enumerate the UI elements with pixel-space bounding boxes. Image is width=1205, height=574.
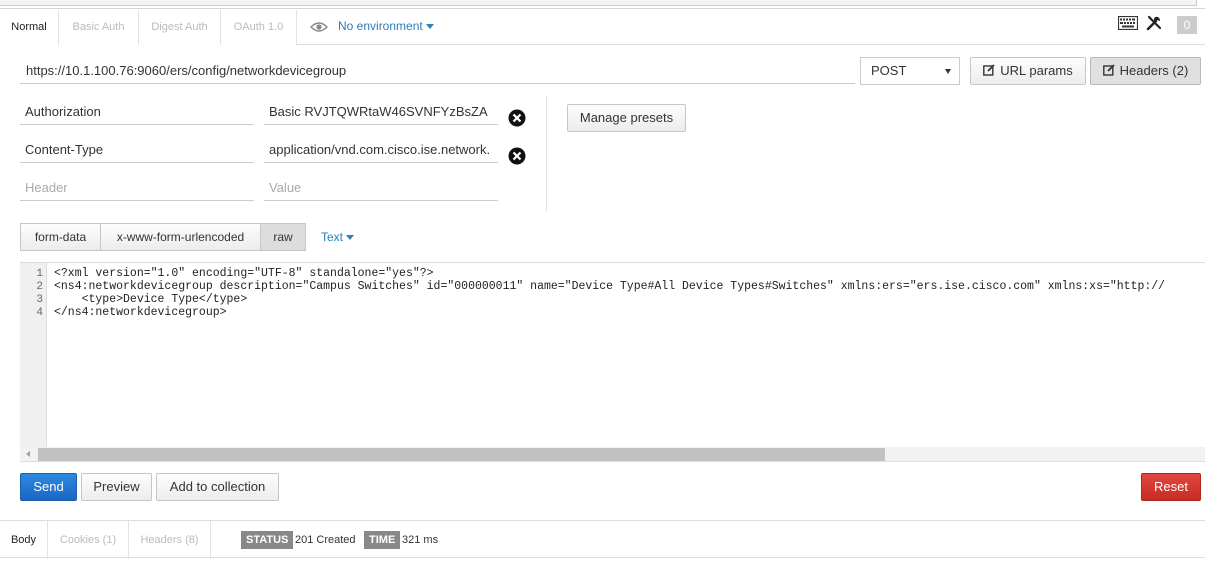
line-number: 1	[36, 268, 43, 280]
preview-button[interactable]: Preview	[81, 473, 152, 501]
tab-response-body[interactable]: Body	[0, 521, 48, 559]
status-value: 201 Created	[295, 534, 356, 546]
tab-x-www-form-urlencoded[interactable]: x-www-form-urlencoded	[100, 223, 261, 251]
line-number: 2	[36, 281, 43, 293]
tab-digest-auth[interactable]: Digest Auth	[139, 10, 221, 45]
environment-selector[interactable]: No environment	[310, 10, 434, 45]
chevron-down-icon	[945, 69, 951, 74]
line-number: 3	[36, 294, 43, 306]
headers-label: Headers (2)	[1119, 63, 1189, 78]
status-badge: STATUS	[241, 531, 294, 549]
edit-icon	[1102, 64, 1115, 76]
scrollbar-thumb[interactable]	[38, 448, 885, 461]
code-line[interactable]: </ns4:networkdevicegroup>	[54, 306, 227, 319]
header-value-field[interactable]: application/vnd.com.cisco.ise.network.	[264, 137, 498, 163]
tab-oauth-1[interactable]: OAuth 1.0	[221, 10, 297, 45]
keyboard-icon[interactable]	[1118, 16, 1138, 30]
horizontal-scrollbar[interactable]	[20, 447, 1205, 461]
url-params-label: URL params	[1000, 63, 1073, 78]
new-header-value-input[interactable]: Value	[264, 175, 498, 201]
tab-normal[interactable]: Normal	[0, 10, 59, 46]
headers-button[interactable]: Headers (2)	[1090, 57, 1201, 85]
top-scroll-edge	[0, 0, 1205, 9]
raw-body-editor[interactable]: 1 2 3 4 <?xml version="1.0" encoding="UT…	[20, 262, 1205, 462]
body-type-dropdown[interactable]: Text	[321, 223, 355, 251]
method-label: POST	[871, 63, 907, 78]
manage-presets-button[interactable]: Manage presets	[567, 104, 686, 132]
remove-header-icon[interactable]	[508, 147, 526, 165]
line-number-gutter: 1 2 3 4	[20, 263, 47, 447]
scroll-left-icon[interactable]	[26, 451, 30, 457]
code-line[interactable]: <ns4:networkdevicegroup description="Cam…	[54, 280, 1165, 293]
chevron-down-icon	[346, 235, 355, 241]
eye-icon	[310, 22, 328, 32]
count-badge[interactable]: 0	[1177, 16, 1197, 34]
header-key-field[interactable]: Content-Type	[20, 137, 254, 163]
response-tab-bar: Body Cookies (1) Headers (8) STATUS 201 …	[0, 520, 1205, 559]
tab-basic-auth[interactable]: Basic Auth	[59, 10, 139, 45]
code-line[interactable]: <?xml version="1.0" encoding="UTF-8" sta…	[54, 267, 434, 280]
reset-button[interactable]: Reset	[1141, 473, 1201, 501]
auth-tab-bar: Normal Basic Auth Digest Auth OAuth 1.0 …	[0, 10, 1205, 46]
new-header-key-input[interactable]: Header	[20, 175, 254, 201]
method-select[interactable]: POST	[860, 57, 960, 85]
code-line[interactable]: <type>Device Type</type>	[54, 293, 248, 306]
time-badge: TIME	[364, 531, 401, 549]
add-to-collection-button[interactable]: Add to collection	[156, 473, 279, 501]
send-button[interactable]: Send	[20, 473, 77, 501]
tab-form-data[interactable]: form-data	[20, 223, 101, 251]
top-scrollbar[interactable]	[0, 0, 1197, 6]
time-value: 321 ms	[402, 534, 439, 546]
tab-response-headers[interactable]: Headers (8)	[129, 521, 211, 559]
environment-label: No environment	[338, 19, 423, 33]
header-divider	[546, 96, 547, 212]
line-number: 4	[36, 307, 43, 319]
body-type-label: Text	[321, 230, 344, 244]
header-key-field[interactable]: Authorization	[20, 99, 254, 125]
url-input[interactable]	[20, 58, 855, 84]
tab-raw[interactable]: raw	[260, 223, 306, 251]
wrench-icon[interactable]	[1146, 15, 1162, 31]
url-params-button[interactable]: URL params	[970, 57, 1086, 85]
tab-response-cookies[interactable]: Cookies (1)	[48, 521, 129, 559]
header-value-field[interactable]: Basic RVJTQWRtaW46SVNFYzBsZA	[264, 99, 498, 125]
remove-header-icon[interactable]	[508, 109, 526, 127]
chevron-down-icon	[425, 24, 434, 30]
edit-icon	[983, 64, 995, 76]
